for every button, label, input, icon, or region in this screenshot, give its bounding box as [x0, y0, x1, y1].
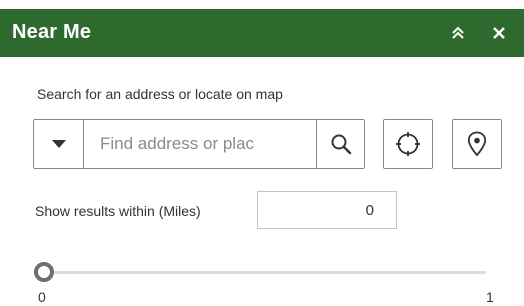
close-icon: [493, 27, 505, 39]
search-button[interactable]: [316, 120, 364, 168]
slider-max-label: 1: [486, 289, 494, 305]
radius-slider-thumb[interactable]: [34, 262, 54, 282]
collapse-button[interactable]: [444, 19, 472, 47]
slider-min-label: 0: [38, 289, 46, 305]
locate-crosshair-icon: [396, 132, 420, 156]
radius-label: Show results within (Miles): [35, 203, 201, 219]
search-widget: [33, 119, 365, 169]
search-input[interactable]: [84, 120, 316, 168]
panel-header: Near Me: [0, 9, 524, 57]
caret-down-icon: [51, 140, 66, 148]
map-pin-icon: [467, 131, 487, 157]
double-chevron-up-icon: [452, 26, 464, 39]
search-icon: [331, 134, 351, 155]
search-hint: Search for an address or locate on map: [37, 86, 283, 102]
select-on-map-button[interactable]: [452, 119, 502, 169]
locate-button[interactable]: [383, 119, 433, 169]
source-dropdown-button[interactable]: [34, 120, 84, 168]
radius-input[interactable]: [257, 191, 397, 229]
panel-title: Near Me: [12, 21, 92, 43]
close-button[interactable]: [485, 19, 513, 47]
radius-slider-track[interactable]: [43, 271, 486, 274]
